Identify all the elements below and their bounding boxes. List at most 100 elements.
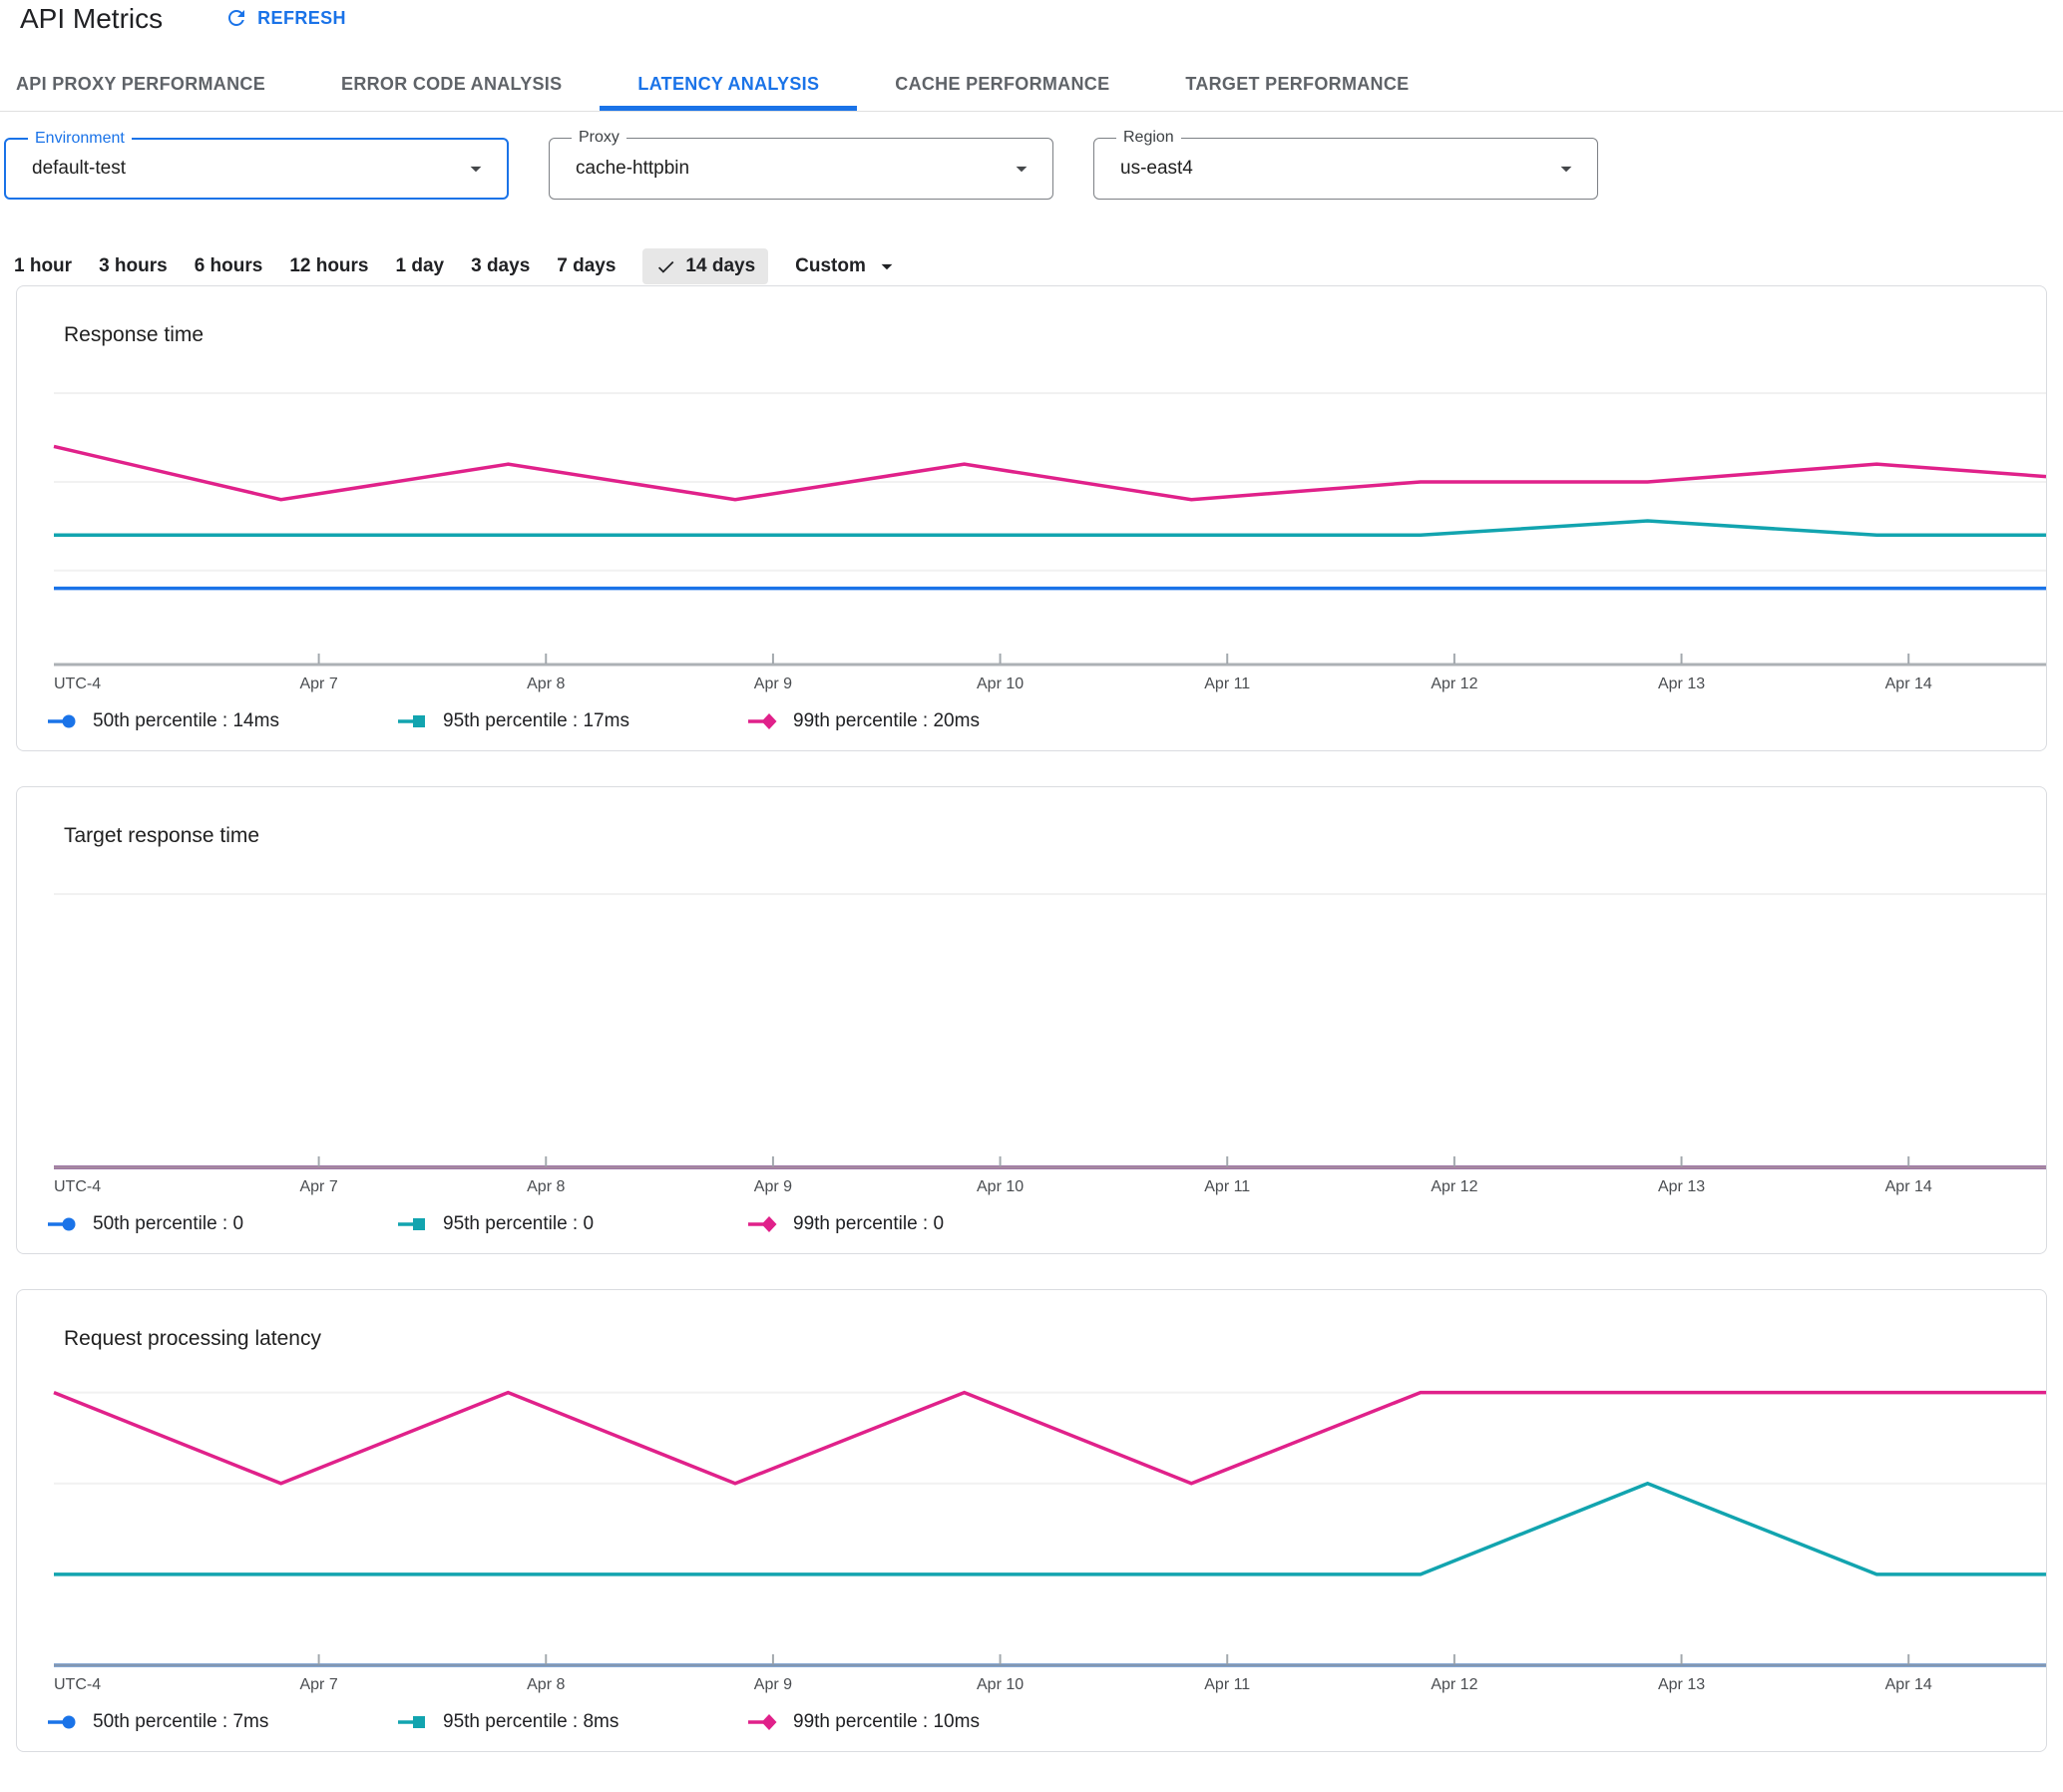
dropdown-arrow-icon	[881, 263, 893, 270]
legend-item-50th: 50th percentile : 0	[47, 1213, 397, 1235]
x-tick-label: Apr 11	[1204, 675, 1251, 692]
x-tick-label: Apr 7	[299, 675, 338, 692]
legend-label: 99th percentile : 20ms	[793, 710, 980, 731]
chart-title: Request processing latency	[64, 1327, 321, 1350]
legend-label: 50th percentile : 0	[93, 1213, 244, 1234]
legend-item-50th: 50th percentile : 7ms	[47, 1711, 397, 1733]
chart-canvas	[53, 392, 2046, 667]
chart-card-request-processing-latency: Request processing latency UTC-4 Apr 7 Apr…	[16, 1289, 2047, 1752]
time-range-custom[interactable]: Custom	[795, 253, 900, 279]
square-marker-icon	[398, 715, 425, 727]
x-tick-label: Apr 10	[976, 675, 1025, 692]
environment-value: default-test	[32, 158, 126, 179]
region-select[interactable]: Region us-east4	[1093, 129, 1598, 200]
chart-legend: 50th percentile : 7ms 95th percentile : 8…	[17, 1699, 2046, 1751]
timezone-label: UTC-4	[54, 1178, 102, 1195]
time-range-6-hours[interactable]: 6 hours	[195, 255, 263, 277]
x-tick-label: Apr 12	[1431, 675, 1478, 692]
check-icon	[658, 260, 674, 273]
x-tick-label: Apr 10	[976, 1178, 1025, 1195]
x-axis-labels: UTC-4 Apr 7 Apr 8 Apr 9 Apr 10 Apr 11 Apr 12 Ap…	[17, 1669, 2046, 1699]
chart-legend: 50th percentile : 0 95th percentile : 0 99…	[17, 1201, 2046, 1253]
legend-item-99th: 99th percentile : 20ms	[747, 710, 1097, 732]
x-tick-label: Apr 11	[1204, 1178, 1251, 1195]
proxy-select[interactable]: Proxy cache-httpbin	[549, 129, 1053, 200]
diamond-marker-icon	[748, 1714, 777, 1730]
legend-item-95th: 95th percentile : 0	[397, 1213, 747, 1235]
filters-row: Environment default-test Proxy cache-htt…	[0, 129, 2063, 204]
x-tick-label: Apr 7	[299, 1676, 338, 1693]
time-range-14-days[interactable]: 14 days	[642, 248, 769, 284]
tab-bar: API PROXY PERFORMANCE ERROR CODE ANALYSI…	[0, 62, 2063, 112]
chart-canvas	[53, 1390, 2046, 1667]
legend-item-99th: 99th percentile : 10ms	[747, 1711, 1097, 1733]
circle-marker-icon	[48, 1715, 76, 1729]
environment-label: Environment	[28, 130, 132, 148]
x-tick-label: Apr 9	[753, 675, 793, 692]
x-tick-label: Apr 7	[299, 1178, 338, 1195]
chart-card-target-response-time: Target response time UTC-4 Apr 7 Apr 8 Apr …	[16, 786, 2047, 1254]
chart-card-response-time: Response time UTC-4 Apr 7 Apr 8 Apr 9 Apr 10…	[16, 285, 2047, 751]
x-tick-label: Apr 14	[1884, 1676, 1932, 1693]
circle-marker-icon	[48, 1217, 76, 1231]
chart-legend: 50th percentile : 14ms 95th percentile : …	[17, 698, 2046, 750]
legend-label: 95th percentile : 0	[443, 1213, 595, 1234]
chart-title: Response time	[64, 323, 205, 346]
legend-label: 95th percentile : 8ms	[443, 1711, 619, 1732]
dropdown-arrow-icon	[470, 166, 482, 173]
x-tick-label: Apr 8	[527, 1178, 566, 1195]
legend-label: 99th percentile : 10ms	[793, 1711, 980, 1732]
refresh-icon	[228, 10, 245, 26]
refresh-label: REFRESH	[257, 7, 346, 28]
proxy-label: Proxy	[572, 129, 626, 147]
circle-marker-icon	[48, 714, 76, 728]
square-marker-icon	[398, 1218, 425, 1230]
x-tick-label: Apr 14	[1884, 675, 1932, 692]
x-tick-label: Apr 13	[1657, 1178, 1706, 1195]
x-tick-label: Apr 8	[527, 1676, 566, 1693]
chart-title: Target response time	[64, 824, 260, 847]
region-label: Region	[1116, 129, 1181, 147]
x-tick-label: Apr 13	[1657, 1676, 1706, 1693]
environment-select[interactable]: Environment default-test	[4, 130, 509, 200]
diamond-marker-icon	[748, 1216, 777, 1232]
chart-canvas	[54, 893, 2046, 1169]
legend-item-99th: 99th percentile : 0	[747, 1213, 1097, 1235]
tab-error-code-analysis[interactable]: ERROR CODE ANALYSIS	[303, 62, 600, 111]
x-tick-label: Apr 10	[976, 1676, 1025, 1693]
tab-latency-analysis[interactable]: LATENCY ANALYSIS	[600, 62, 858, 111]
proxy-value: cache-httpbin	[576, 158, 690, 179]
x-axis-labels: UTC-4 Apr 7 Apr 8 Apr 9 Apr 10 Apr 11 Apr 12 Ap…	[17, 669, 2046, 698]
time-range-1-day[interactable]: 1 day	[396, 255, 445, 277]
x-tick-label: Apr 12	[1431, 1178, 1478, 1195]
x-tick-label: Apr 9	[753, 1178, 793, 1195]
time-range-3-days[interactable]: 3 days	[471, 255, 530, 277]
page-title: API Metrics	[20, 3, 164, 34]
x-tick-label: Apr 14	[1884, 1178, 1932, 1195]
x-tick-label: Apr 9	[753, 1676, 793, 1693]
x-axis-labels: UTC-4 Apr 7 Apr 8 Apr 9 Apr 10 Apr 11 Apr 12 Ap…	[17, 1171, 2046, 1201]
x-tick-label: Apr 8	[527, 675, 566, 692]
tab-cache-performance[interactable]: CACHE PERFORMANCE	[857, 62, 1147, 111]
tab-target-performance[interactable]: TARGET PERFORMANCE	[1147, 62, 1446, 111]
app-header: API Metrics REFRESH	[0, 0, 2063, 62]
time-range-3-hours[interactable]: 3 hours	[99, 255, 168, 277]
refresh-button[interactable]: REFRESH	[224, 6, 346, 30]
x-tick-label: Apr 11	[1204, 1676, 1251, 1693]
timezone-label: UTC-4	[54, 675, 102, 692]
diamond-marker-icon	[748, 713, 777, 729]
time-range-row: 1 hour 3 hours 6 hours 12 hours 1 day 3 days 7…	[0, 247, 2063, 285]
tab-api-proxy-performance[interactable]: API PROXY PERFORMANCE	[0, 62, 303, 111]
time-range-7-days[interactable]: 7 days	[557, 255, 616, 277]
legend-item-95th: 95th percentile : 17ms	[397, 710, 747, 732]
legend-label: 95th percentile : 17ms	[443, 710, 629, 731]
time-range-1-hour[interactable]: 1 hour	[14, 255, 72, 277]
region-value: us-east4	[1120, 158, 1193, 179]
time-range-12-hours[interactable]: 12 hours	[289, 255, 368, 277]
legend-label: 99th percentile : 0	[793, 1213, 945, 1234]
x-tick-label: Apr 12	[1431, 1676, 1478, 1693]
square-marker-icon	[398, 1716, 425, 1728]
legend-item-50th: 50th percentile : 14ms	[47, 710, 397, 732]
timezone-label: UTC-4	[54, 1676, 102, 1693]
dropdown-arrow-icon	[1016, 166, 1028, 173]
